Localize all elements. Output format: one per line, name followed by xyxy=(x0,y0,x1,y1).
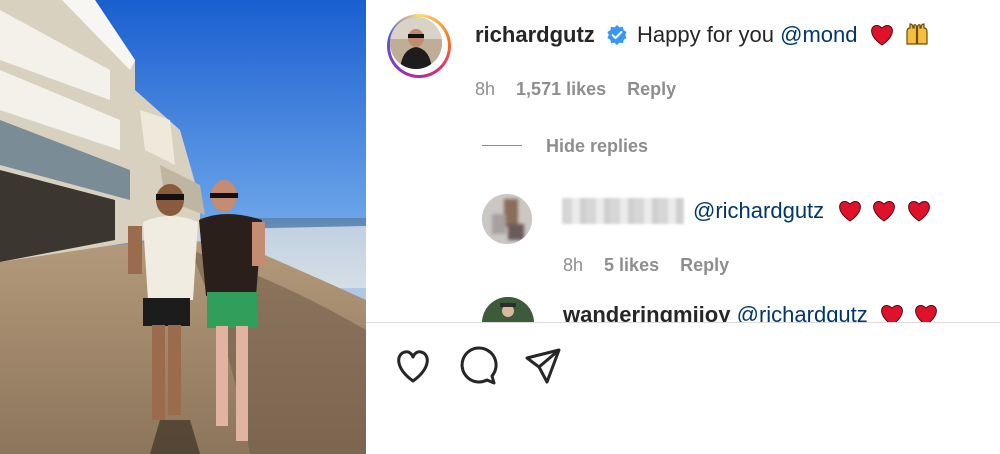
reply-avatar[interactable] xyxy=(482,297,534,322)
comment-text: Happy for you xyxy=(637,22,775,47)
reply-time: 8h xyxy=(563,255,584,275)
red-heart-icon xyxy=(915,305,937,322)
reply-reply-button[interactable]: Reply xyxy=(680,255,729,275)
reply-username[interactable]: wanderingmijoy xyxy=(563,302,730,322)
post-actions-bar xyxy=(366,346,1000,390)
hide-replies-button[interactable]: Hide replies xyxy=(482,136,648,157)
comment-username[interactable]: richardgutz xyxy=(475,22,595,47)
divider-dash xyxy=(482,145,522,146)
comments-list[interactable]: richardgutz Happy for you @mond 8h 1,571… xyxy=(366,0,1000,322)
reply-avatar[interactable] xyxy=(482,194,532,244)
comment-main-line: richardgutz Happy for you @mond xyxy=(475,22,930,48)
post-photo[interactable] xyxy=(0,0,366,454)
reply-likes[interactable]: 5 likes xyxy=(604,255,659,275)
reply-meta: 8h 5 likes Reply xyxy=(563,255,745,276)
verified-badge-icon xyxy=(607,25,627,45)
red-heart-icon xyxy=(873,201,896,222)
red-heart-icon xyxy=(907,201,930,222)
red-heart-icon xyxy=(870,25,893,46)
red-heart-icon xyxy=(881,305,903,322)
avatar xyxy=(390,17,442,69)
beach-photo xyxy=(0,0,366,454)
comment-likes[interactable]: 1,571 likes xyxy=(516,79,606,99)
reply-line: wanderingmijoy @richardgutz xyxy=(563,302,938,322)
story-ring-avatar[interactable] xyxy=(387,14,451,78)
comment-reply-button[interactable]: Reply xyxy=(627,79,676,99)
reply-mention[interactable]: @richardgutz xyxy=(737,302,868,322)
hide-replies-label: Hide replies xyxy=(546,136,649,156)
reply-username-blurred[interactable] xyxy=(562,198,684,224)
red-heart-icon xyxy=(839,201,862,222)
reply-mention[interactable]: @richardgutz xyxy=(693,198,824,223)
comment-time: 8h xyxy=(475,79,496,99)
reply-line: @richardgutz xyxy=(693,198,931,224)
actions-divider xyxy=(366,322,1000,323)
raising-hands-icon xyxy=(906,23,928,45)
comment-icon[interactable] xyxy=(458,346,498,386)
comments-panel: richardgutz Happy for you @mond 8h 1,571… xyxy=(366,0,1000,454)
comment-meta: 8h 1,571 likes Reply xyxy=(475,79,692,100)
share-icon[interactable] xyxy=(523,346,563,386)
like-icon[interactable] xyxy=(393,346,433,386)
comment-mention[interactable]: @mond xyxy=(780,22,857,47)
